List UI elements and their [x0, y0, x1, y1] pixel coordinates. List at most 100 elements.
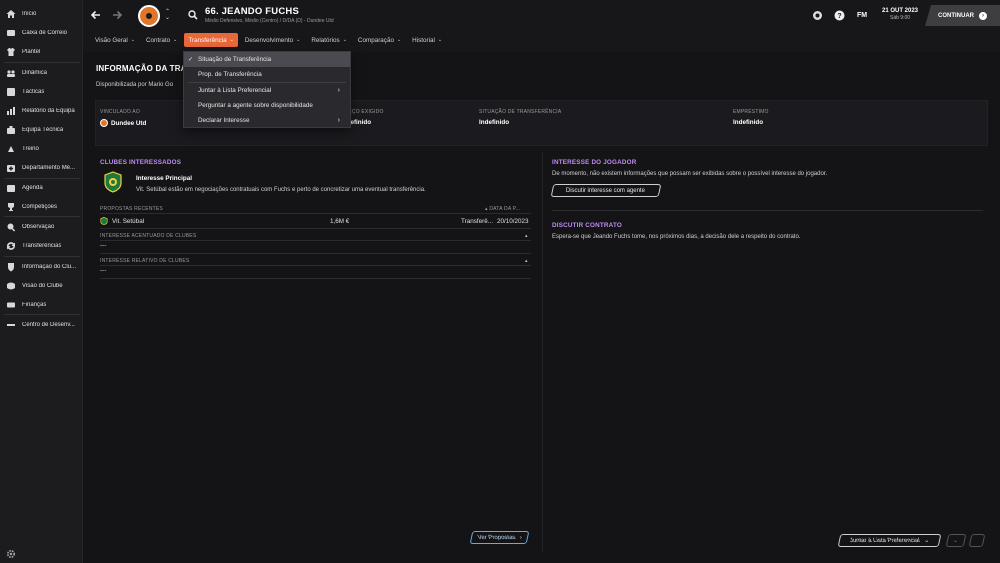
menu-item-ask-agent[interactable]: Perguntar a agente sobre disponibilidade: [184, 98, 350, 113]
chevron-down-icon: ⌄: [296, 37, 301, 43]
dynamics-icon: [0, 68, 22, 78]
continue-button[interactable]: CONTINUAR ›: [925, 5, 1000, 26]
tab-development[interactable]: Desenvolvimento ⌄: [241, 33, 305, 47]
tab-contract[interactable]: Contrato ⌄: [142, 33, 181, 47]
menu-item-add-shortlist[interactable]: Juntar à Lista Preferencial ›: [184, 83, 350, 98]
offer-date: 20/10/2023: [497, 217, 529, 225]
mail-icon: [0, 28, 22, 38]
training-icon: [0, 144, 22, 154]
availability-text: Disponibilizada por Mario Go: [96, 82, 174, 88]
tab-history[interactable]: Historial ⌄: [408, 33, 446, 47]
sidebar-item-dynamics[interactable]: Dinâmica: [0, 63, 83, 82]
checkmark-icon: ✓: [188, 57, 194, 63]
sidebar-item-team-report[interactable]: Relatório da Equipa: [0, 101, 83, 120]
menu-item-transfer-offers[interactable]: Prop. de Transferência: [184, 67, 350, 82]
sidebar-item-label: Agenda: [22, 184, 43, 191]
sidebar-item-transfers[interactable]: Transferências: [0, 236, 83, 255]
collapse-caret-icon[interactable]: ▴: [525, 258, 528, 264]
menu-item-declare-interest[interactable]: Declarar Interesse ›: [184, 113, 350, 128]
table-divider: [100, 253, 531, 254]
sidebar-item-medical[interactable]: Departamento Mé...: [0, 158, 83, 177]
game-date: 21 OUT 2023 Sáb 9:00: [880, 8, 920, 21]
date-text: 21 OUT 2023: [881, 8, 919, 14]
profile-tabs: Visão Geral ⌄ Contrato ⌄ Transferência ⌄ De…: [91, 33, 449, 47]
tab-transfer[interactable]: Transferência ⌄: [184, 33, 238, 47]
chevron-down-icon: ⌄: [173, 37, 178, 43]
sidebar-item-label: Visão do Clube: [22, 282, 63, 289]
sidebar-item-club-vision[interactable]: Visão do Clube: [0, 276, 83, 295]
time-text: Sáb 9:00: [889, 15, 911, 21]
table-divider: [100, 213, 531, 214]
sidebar-item-label: Centro de Desenv...: [22, 321, 75, 328]
table-row[interactable]: Vit. Setúbal 1,6M € Transferê... 20/10/2…: [100, 215, 531, 227]
discuss-contract-text: Espera-se que Jeando Fuchs tome, nos pró…: [552, 234, 801, 240]
column-divider: [542, 152, 543, 552]
connections-icon[interactable]: [812, 10, 823, 21]
collapse-caret-icon[interactable]: ▴: [525, 233, 528, 239]
sidebar-item-label: Observação: [22, 223, 55, 230]
arrow-right-icon: [113, 10, 123, 20]
sidebar-item-staff[interactable]: Equipa Técnica: [0, 120, 83, 139]
sidebar-item-label: Início: [22, 10, 37, 17]
sidebar-item-label: Plantel: [22, 48, 41, 55]
loan-status: EMPRÉSTIMO Indefinido: [733, 109, 769, 126]
player-switcher[interactable]: ⌃ ⌄: [165, 9, 170, 21]
discuss-interest-button[interactable]: Discutir interesse com agente: [550, 184, 662, 197]
club-badge-small: [100, 119, 108, 127]
chevron-right-icon: ›: [337, 87, 340, 94]
sidebar-item-tactics[interactable]: Tácticas: [0, 82, 83, 101]
section-divider: [552, 210, 983, 211]
tab-comparison[interactable]: Comparação ⌄: [354, 33, 405, 47]
chevron-down-icon: ⌄: [923, 538, 930, 544]
search-icon[interactable]: [188, 10, 198, 20]
sidebar-item-finances[interactable]: Finanças: [0, 295, 83, 314]
forward-button[interactable]: [110, 8, 124, 22]
tactics-icon: [0, 87, 22, 97]
settings-gear-icon[interactable]: [6, 549, 16, 559]
sidebar-item-home[interactable]: Início: [0, 4, 83, 23]
loan-value: Indefinido: [733, 119, 764, 126]
chevron-down-icon: ⌄: [130, 37, 135, 43]
table-divider: [100, 240, 531, 241]
view-offers-button[interactable]: Ver Propostas ›: [469, 531, 530, 544]
help-icon[interactable]: ?: [834, 10, 845, 21]
recent-offers-label: PROPOSTAS RECENTES: [100, 206, 163, 212]
tab-reports[interactable]: Relatórios ⌄: [307, 33, 351, 47]
back-button[interactable]: [89, 8, 103, 22]
staff-icon: [0, 125, 22, 135]
offer-type: Transferê...: [461, 217, 493, 225]
sidebar-item-club-info[interactable]: Informação do Clu...: [0, 257, 83, 276]
sidebar-item-label: Tácticas: [22, 88, 45, 95]
finances-icon: [0, 300, 22, 310]
shirt-icon: [0, 47, 22, 57]
fm-menu-button[interactable]: FM: [857, 12, 867, 19]
player-position-club: Médio Defensivo, Médio (Centro) / D/DA (…: [205, 18, 334, 24]
sidebar-item-competitions[interactable]: Competições: [0, 197, 83, 216]
chevron-down-icon: ⌄: [396, 37, 402, 43]
home-icon: [0, 9, 22, 19]
transfer-status: SITUAÇÃO DE TRANSFERÊNCIA Indefinido: [479, 109, 561, 126]
more-actions-button[interactable]: [968, 534, 986, 547]
medical-icon: [0, 163, 22, 173]
relative-interest-label: INTERESSE RELATIVO DE CLUBES: [100, 258, 190, 264]
sidebar-item-squad[interactable]: Plantel: [0, 42, 83, 61]
sidebar-item-label: Equipa Técnica: [22, 126, 64, 133]
sidebar-item-scouting[interactable]: Observação: [0, 217, 83, 236]
tab-overview[interactable]: Visão Geral ⌄: [91, 33, 139, 47]
club-vision-icon: [0, 281, 22, 291]
menu-item-transfer-status[interactable]: ✓ Situação de Transferência: [184, 52, 350, 67]
linked-label: VINCULADO AO: [100, 109, 140, 115]
linked-to: VINCULADO AO Dundee Utd: [100, 109, 146, 127]
add-to-shortlist-button[interactable]: Juntar à Lista Preferencial ⌄: [837, 534, 942, 547]
sidebar-item-training[interactable]: Treino: [0, 139, 83, 158]
club-badge[interactable]: [138, 5, 160, 27]
sidebar-item-calendar[interactable]: Agenda: [0, 178, 83, 197]
shortlist-options-button[interactable]: ⌄: [945, 534, 967, 547]
offer-date-column[interactable]: ▴ DATA DA P...: [485, 206, 520, 212]
sidebar-item-mail[interactable]: Caixa de Correio: [0, 23, 83, 42]
sharp-interest-label: INTERESSE ACENTUADO DE CLUBES: [100, 233, 197, 239]
sidebar-item-label: Relatório da Equipa: [22, 107, 75, 114]
linked-club-link[interactable]: Dundee Utd: [100, 119, 146, 127]
sidebar-item-development[interactable]: Centro de Desenv...: [0, 315, 83, 334]
chevron-right-icon: ›: [518, 534, 522, 541]
